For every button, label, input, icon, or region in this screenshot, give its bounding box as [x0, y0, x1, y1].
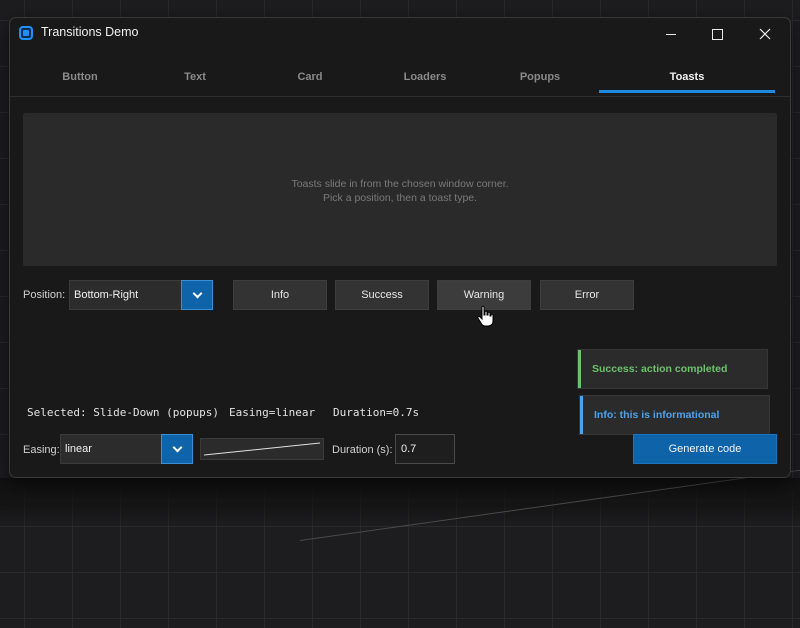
status-duration: Duration=0.7s — [333, 406, 420, 419]
maximize-icon — [711, 28, 723, 40]
tab-loaders[interactable]: Loaders — [368, 62, 482, 96]
duration-label: Duration (s): — [332, 444, 393, 456]
minimize-button[interactable] — [648, 18, 694, 50]
status-easing: Easing=linear — [229, 406, 316, 419]
window-title: Transitions Demo — [41, 25, 139, 39]
generate-code-button[interactable]: Generate code — [633, 434, 777, 464]
preview-hint: Toasts slide in from the chosen window c… — [23, 177, 777, 205]
preview-hint-line-2: Pick a position, then a toast type. — [322, 192, 478, 204]
tabs-divider — [10, 96, 790, 97]
duration-input[interactable]: 0.7 — [395, 434, 455, 464]
easing-label: Easing: — [23, 444, 60, 456]
chevron-down-icon — [192, 288, 202, 298]
position-select[interactable]: Bottom-Right — [69, 280, 213, 310]
position-dropdown-button[interactable] — [181, 280, 213, 310]
info-toast: Info: this is informational — [579, 395, 770, 435]
status-selected: Selected: Slide-Down (popups) — [27, 406, 220, 419]
title-bar[interactable]: Transitions Demo — [10, 18, 790, 50]
success-toast-text: Success: action completed — [592, 363, 728, 375]
maximize-button[interactable] — [694, 18, 740, 50]
success-toast: Success: action completed — [577, 349, 768, 389]
preview-hint-line-1: Toasts slide in from the chosen window c… — [291, 178, 509, 190]
easing-curve-graph — [203, 442, 321, 456]
error-toast-button[interactable]: Error — [540, 280, 634, 310]
tab-popups[interactable]: Popups — [483, 62, 597, 96]
active-tab-indicator — [599, 90, 775, 93]
info-toast-accent — [580, 396, 583, 434]
minimize-icon — [666, 33, 676, 35]
tab-button[interactable]: Button — [23, 62, 137, 96]
app-logo-icon — [19, 26, 33, 40]
app-window: Transitions Demo Button Text Card Loader… — [9, 17, 791, 478]
info-toast-button[interactable]: Info — [233, 280, 327, 310]
success-toast-button[interactable]: Success — [335, 280, 429, 310]
easing-dropdown-button[interactable] — [161, 434, 193, 464]
close-button[interactable] — [742, 18, 788, 50]
easing-select[interactable]: linear — [60, 434, 193, 464]
preview-area: Toasts slide in from the chosen window c… — [23, 113, 777, 266]
position-label: Position: — [23, 289, 66, 301]
easing-select-value: linear — [65, 443, 92, 455]
hand-cursor-icon — [477, 305, 494, 327]
success-toast-accent — [578, 350, 581, 388]
tab-card[interactable]: Card — [253, 62, 367, 96]
info-toast-text: Info: this is informational — [594, 409, 720, 421]
position-select-value: Bottom-Right — [74, 289, 139, 301]
tab-text[interactable]: Text — [138, 62, 252, 96]
easing-curve-preview — [200, 438, 324, 460]
close-icon — [759, 28, 771, 40]
chevron-down-icon — [172, 442, 182, 452]
